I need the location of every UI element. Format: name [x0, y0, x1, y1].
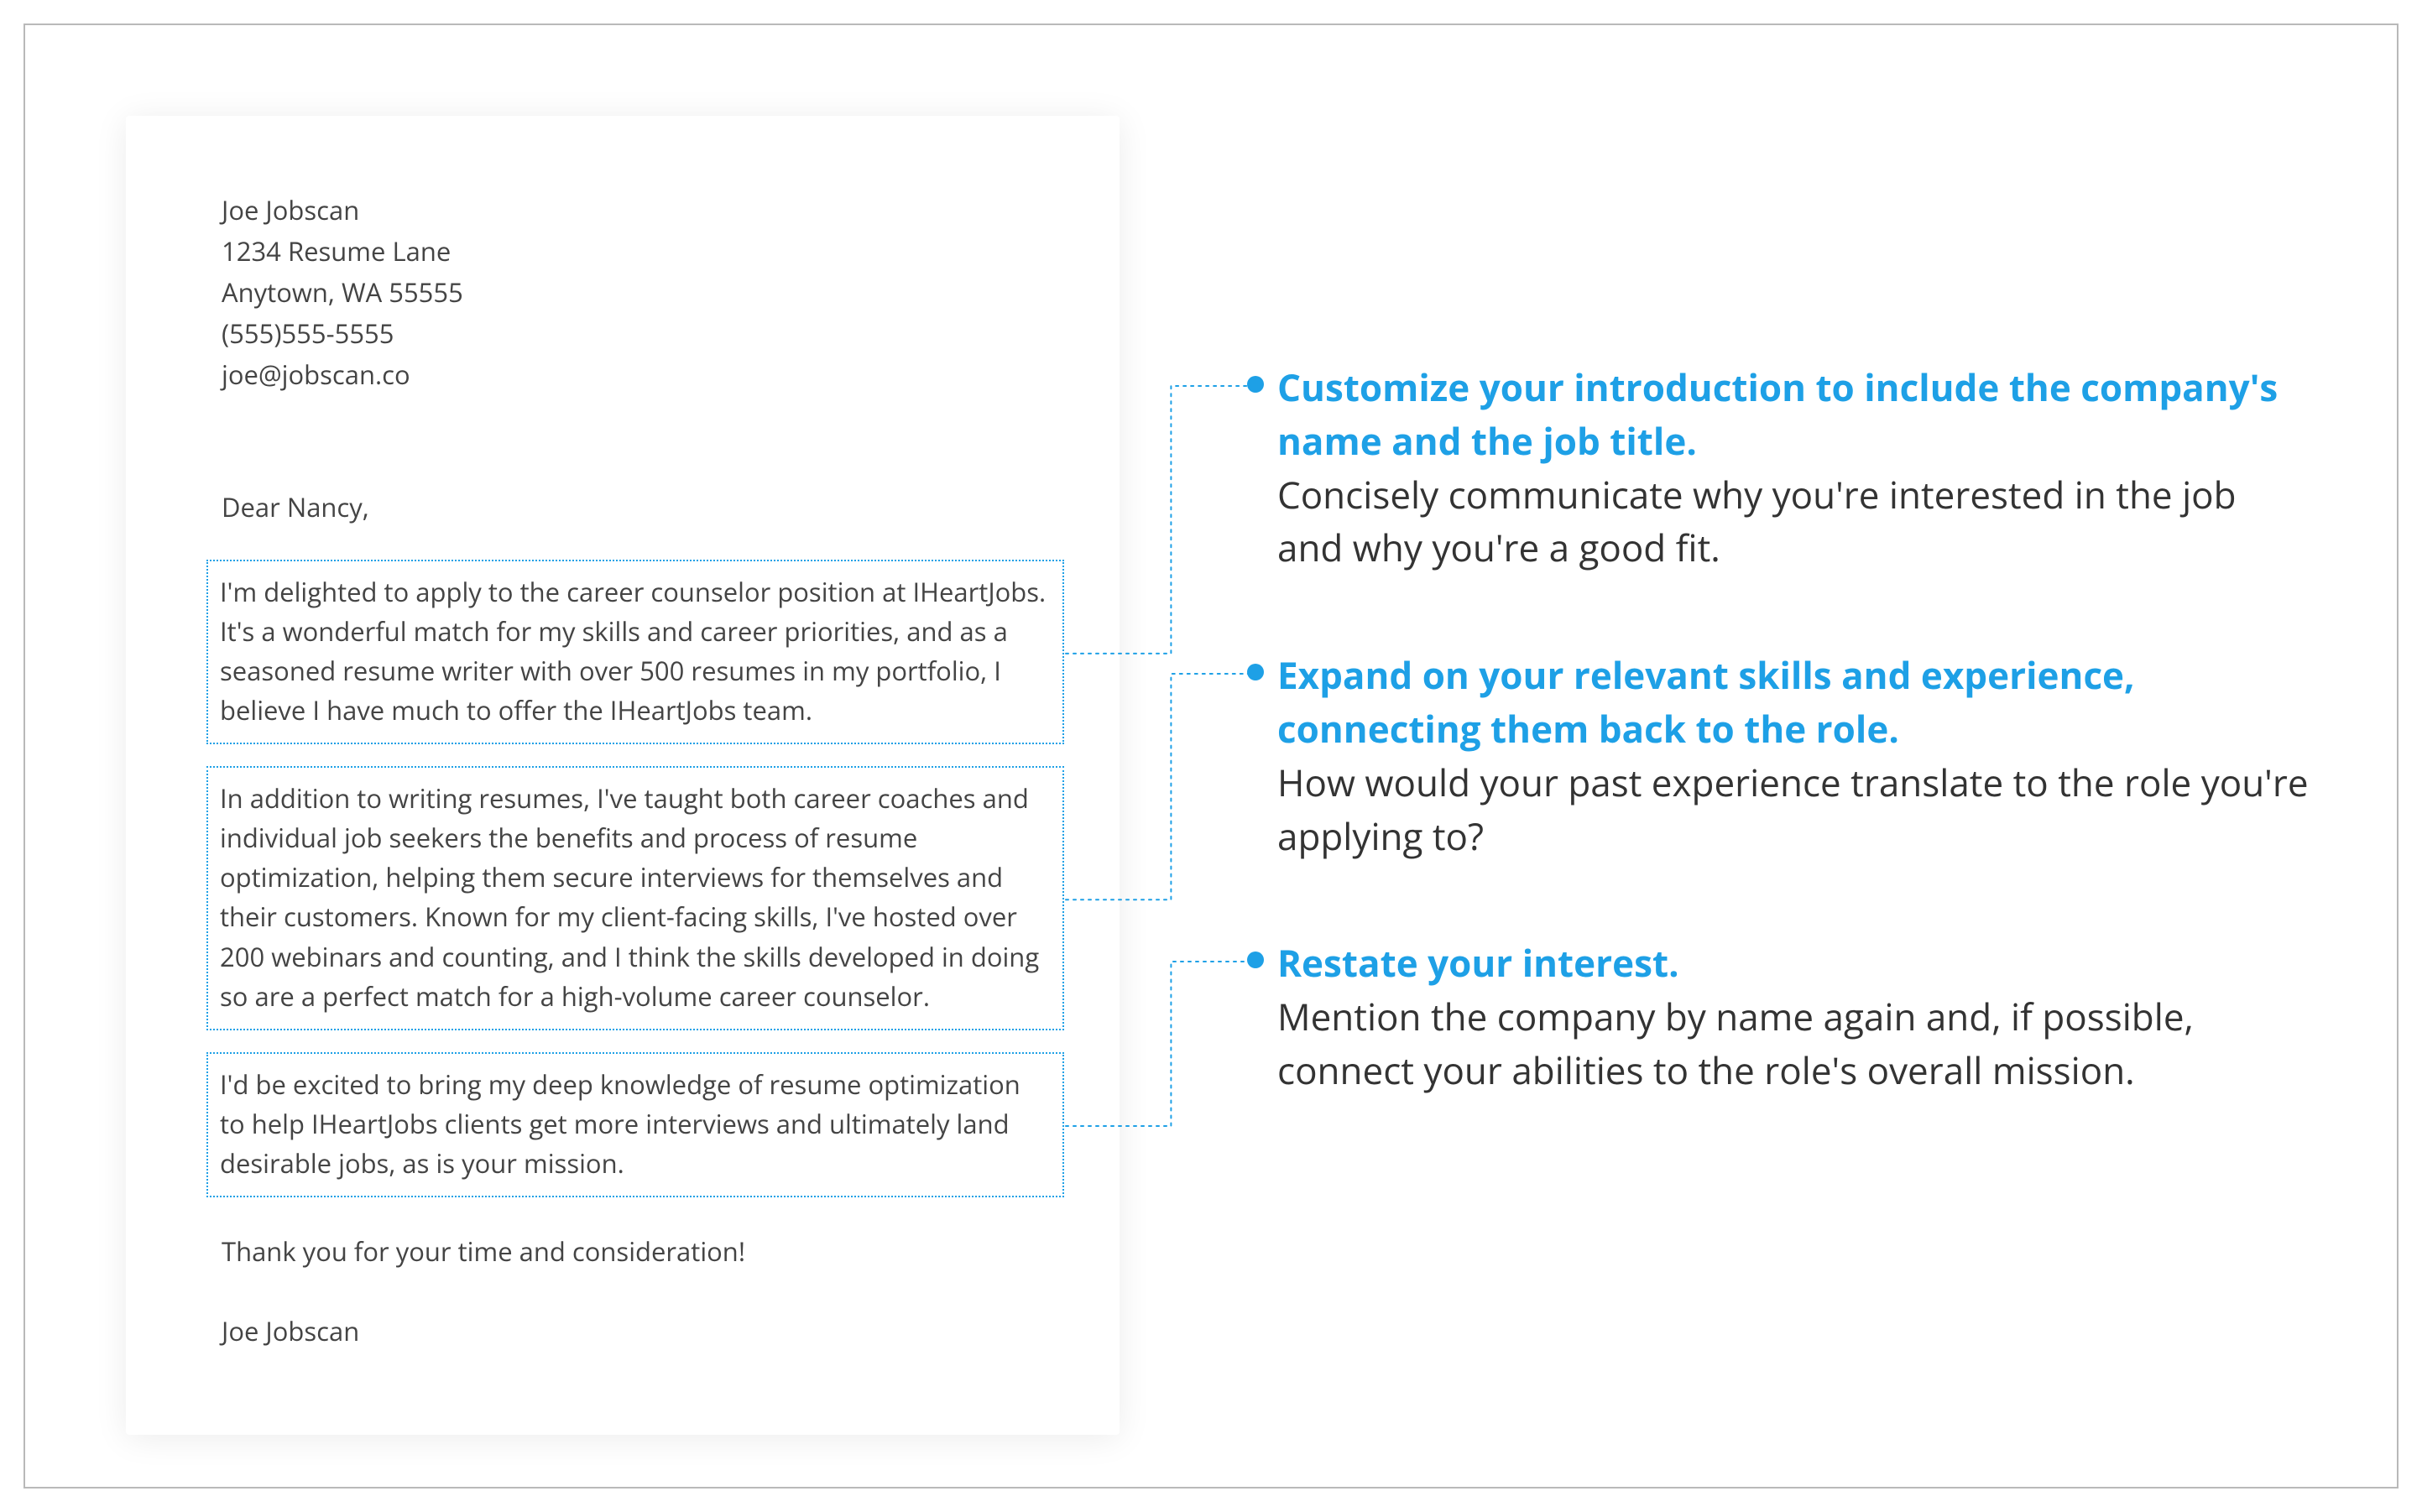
- tips-column: Customize your introduction to include t…: [1277, 361, 2310, 1171]
- paragraph-experience-box: In addition to writing resumes, I've tau…: [206, 766, 1064, 1030]
- paragraph-experience: In addition to writing resumes, I've tau…: [220, 779, 1051, 1017]
- bullet-icon: [1247, 376, 1264, 393]
- bullet-icon: [1247, 664, 1264, 680]
- tip-body: How would your past experience translate…: [1277, 756, 2310, 863]
- sender-email: joe@jobscan.co: [222, 356, 1052, 395]
- salutation: Dear Nancy,: [222, 488, 1052, 528]
- signature: Joe Jobscan: [222, 1312, 1052, 1352]
- tip-title: Restate your interest.: [1277, 936, 2310, 990]
- tip-intro: Customize your introduction to include t…: [1277, 361, 2310, 575]
- paragraph-interest-box: I'd be excited to bring my deep knowledg…: [206, 1052, 1064, 1197]
- paragraph-intro: I'm delighted to apply to the career cou…: [220, 573, 1051, 731]
- sender-address-2: Anytown, WA 55555: [222, 274, 1052, 313]
- bullet-icon: [1247, 952, 1264, 968]
- tip-body: Concisely communicate why you're interes…: [1277, 468, 2310, 576]
- tip-title: Customize your introduction to include t…: [1277, 361, 2310, 468]
- tip-title: Expand on your relevant skills and exper…: [1277, 649, 2310, 756]
- sender-phone: (555)555-5555: [222, 315, 1052, 354]
- cover-letter-document: Joe Jobscan 1234 Resume Lane Anytown, WA…: [126, 116, 1120, 1435]
- paragraph-interest: I'd be excited to bring my deep knowledg…: [220, 1066, 1051, 1184]
- sender-address-1: 1234 Resume Lane: [222, 232, 1052, 272]
- letter-header: Joe Jobscan 1234 Resume Lane Anytown, WA…: [222, 191, 1052, 396]
- tip-body: Mention the company by name again and, i…: [1277, 990, 2310, 1098]
- tip-interest: Restate your interest. Mention the compa…: [1277, 936, 2310, 1097]
- sender-name: Joe Jobscan: [222, 191, 1052, 231]
- frame: Joe Jobscan 1234 Resume Lane Anytown, WA…: [23, 23, 2399, 1489]
- tip-experience: Expand on your relevant skills and exper…: [1277, 649, 2310, 863]
- paragraph-intro-box: I'm delighted to apply to the career cou…: [206, 560, 1064, 744]
- thanks-line: Thank you for your time and consideratio…: [222, 1233, 1052, 1272]
